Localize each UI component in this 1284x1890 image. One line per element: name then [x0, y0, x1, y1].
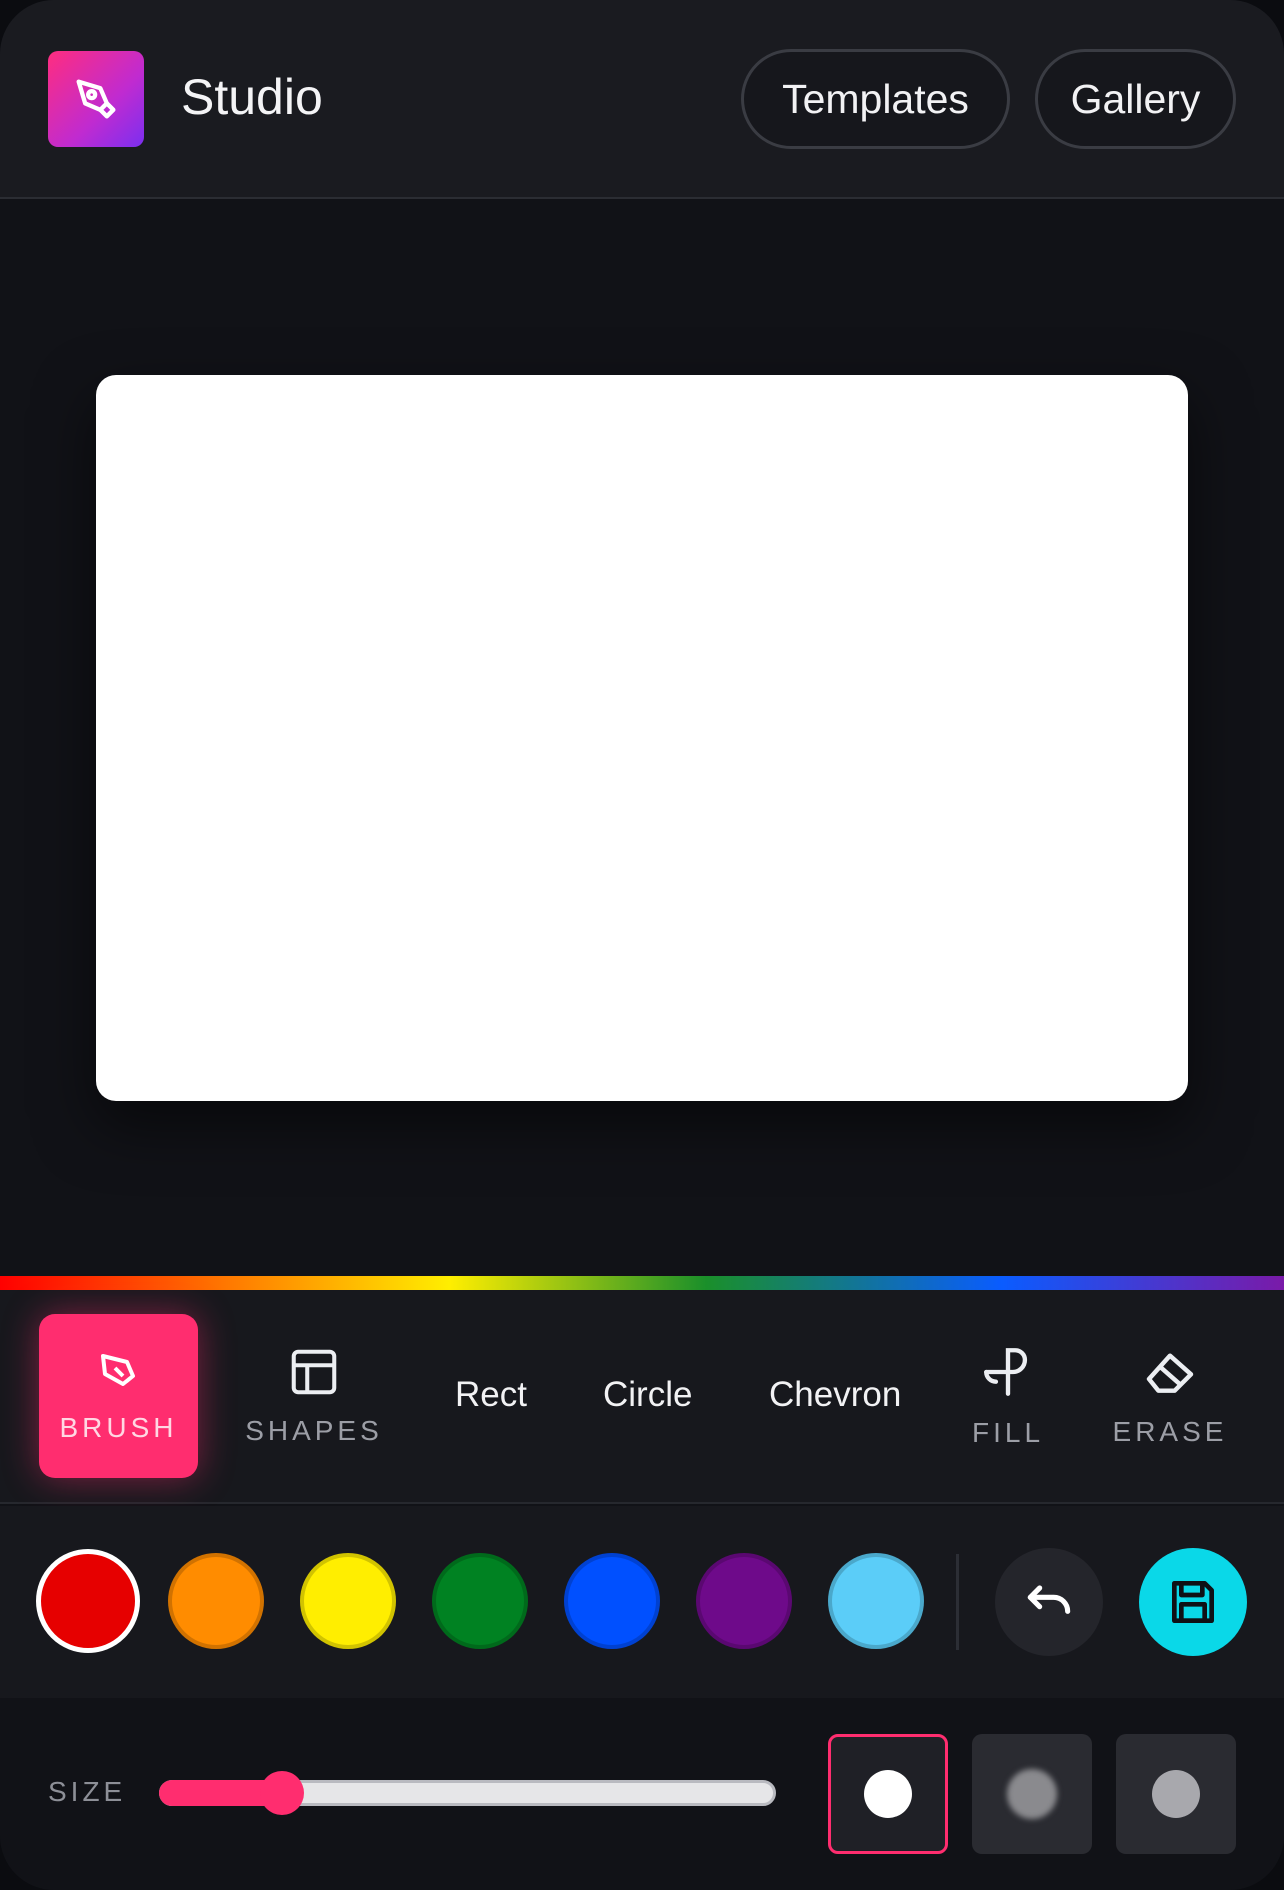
color-swatch-blue[interactable]	[564, 1553, 660, 1649]
brush-tool-button[interactable]: BRUSH	[39, 1314, 198, 1478]
drawing-canvas[interactable]	[96, 375, 1188, 1101]
fill-tool-button[interactable]: FILL	[958, 1314, 1058, 1478]
shapes-tool-button[interactable]: SHAPES	[238, 1314, 390, 1478]
color-swatch-light-blue[interactable]	[828, 1553, 924, 1649]
color-swatch-yellow[interactable]	[300, 1553, 396, 1649]
soft-brush-dot-icon	[1007, 1769, 1057, 1819]
tool-bar: BRUSH SHAPES Rect Circle Chevron FILL ER	[0, 1290, 1284, 1504]
palette-divider	[956, 1554, 959, 1650]
color-palette	[0, 1506, 1284, 1698]
brush-type-soft-round[interactable]	[972, 1734, 1092, 1854]
brush-pen-icon	[100, 1354, 135, 1386]
layout-shapes-icon	[291, 1349, 337, 1395]
app-logo	[48, 51, 144, 147]
shape-option-chevron[interactable]: Chevron	[769, 1375, 901, 1415]
templates-button[interactable]: Templates	[741, 49, 1010, 149]
undo-icon	[1027, 1585, 1071, 1614]
brush-type-hard-round[interactable]	[828, 1734, 948, 1854]
erase-tool-label: ERASE	[1112, 1416, 1228, 1447]
shape-option-rect[interactable]: Rect	[455, 1375, 527, 1415]
fill-tool-label: FILL	[971, 1417, 1045, 1448]
hard-brush-dot-icon	[864, 1770, 912, 1818]
header: Studio Templates Gallery	[0, 0, 1284, 199]
rainbow-divider	[0, 1276, 1284, 1290]
brush-type-medium-round[interactable]	[1116, 1734, 1236, 1854]
save-button[interactable]	[1139, 1548, 1247, 1656]
fill-bucket-icon	[984, 1348, 1028, 1396]
size-label: SIZE	[48, 1776, 127, 1807]
drawing-app: Studio Templates Gallery BRUSH SHAPES Re…	[0, 0, 1284, 1890]
medium-brush-dot-icon	[1152, 1770, 1200, 1818]
color-swatch-orange[interactable]	[168, 1553, 264, 1649]
app-title: Studio	[181, 69, 323, 125]
size-controls: SIZE	[0, 1698, 1284, 1890]
color-swatch-purple[interactable]	[696, 1553, 792, 1649]
save-icon	[1172, 1581, 1214, 1623]
size-slider-thumb[interactable]	[260, 1771, 305, 1815]
color-swatch-red[interactable]	[36, 1549, 140, 1653]
color-swatch-green[interactable]	[432, 1553, 528, 1649]
canvas-stage	[0, 200, 1284, 1275]
pen-tool-icon	[76, 79, 116, 119]
shapes-tool-label: SHAPES	[245, 1415, 383, 1446]
gallery-button[interactable]: Gallery	[1035, 49, 1236, 149]
brush-tool-label: BRUSH	[59, 1412, 178, 1443]
erase-tool-button[interactable]: ERASE	[1110, 1314, 1230, 1478]
eraser-icon	[1146, 1353, 1194, 1393]
shape-option-circle[interactable]: Circle	[603, 1375, 692, 1415]
undo-button[interactable]	[995, 1548, 1103, 1656]
